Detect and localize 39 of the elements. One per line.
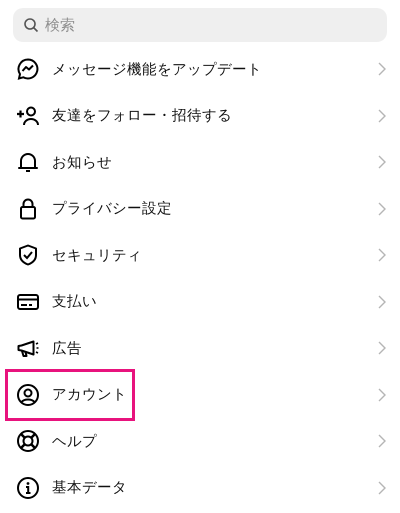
menu-item[interactable]: メッセージ機能をアップデート <box>0 46 400 92</box>
chevron-right-icon <box>378 480 386 495</box>
menu-label: 支払い <box>52 293 97 312</box>
person-circle-icon <box>16 382 40 407</box>
shield-check-icon <box>16 243 40 268</box>
chevron-right-icon <box>378 108 386 123</box>
menu-label: アカウント <box>52 386 127 404</box>
menu-label: メッセージ機能をアップデート <box>52 60 262 79</box>
menu-item[interactable]: お知らせ <box>0 139 400 186</box>
menu-item[interactable]: 友達をフォロー・招待する <box>0 92 400 139</box>
search-field[interactable]: 検索 <box>13 8 387 42</box>
chevron-right-icon <box>378 202 386 216</box>
menu-label: プライバシー設定 <box>52 200 172 218</box>
chevron-right-icon <box>378 155 386 170</box>
menu-item[interactable]: ヘルプ <box>0 418 400 464</box>
bell-icon <box>16 150 40 174</box>
menu-label: 友達をフォロー・招待する <box>52 107 232 126</box>
menu-label: 広告 <box>52 340 82 358</box>
chevron-right-icon <box>378 248 386 262</box>
menu-label: ヘルプ <box>52 432 97 451</box>
menu-item[interactable]: アカウント <box>0 372 400 418</box>
menu-item[interactable]: セキュリティ <box>0 232 400 278</box>
chevron-right-icon <box>378 294 386 309</box>
lifebuoy-icon <box>16 429 40 454</box>
menu-label: セキュリティ <box>52 246 142 265</box>
chat-bubble-icon <box>16 57 40 82</box>
menu-item[interactable]: プライバシー設定 <box>0 186 400 232</box>
chevron-right-icon <box>378 388 386 402</box>
chevron-right-icon <box>378 434 386 448</box>
info-icon <box>16 476 40 500</box>
menu-item[interactable]: 広告 <box>0 325 400 372</box>
menu-item[interactable]: 支払い <box>0 278 400 325</box>
add-person-icon <box>16 104 40 128</box>
menu-item[interactable]: 基本データ <box>0 464 400 511</box>
chevron-right-icon <box>378 62 386 76</box>
menu-label: お知らせ <box>52 154 112 172</box>
search-icon <box>23 17 39 33</box>
menu-label: 基本データ <box>52 479 127 498</box>
chevron-right-icon <box>378 341 386 356</box>
